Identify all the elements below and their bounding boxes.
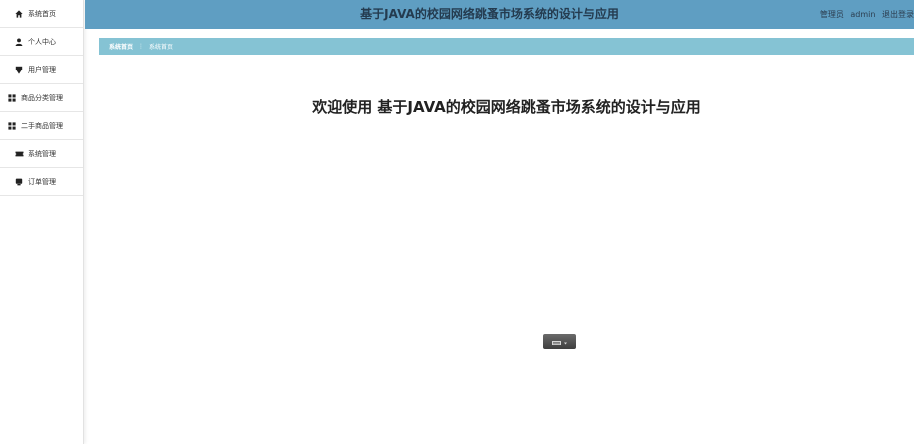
top-header: 基于JAVA的校园网络跳蚤市场系统的设计与应用 管理员 admin 退出登录 <box>85 0 914 29</box>
sidebar-item-label: 个人中心 <box>28 37 56 46</box>
app-title: 基于JAVA的校园网络跳蚤市场系统的设计与应用 <box>360 7 619 21</box>
user-role: 管理员 <box>819 10 844 19</box>
sidebar-item-users[interactable]: 用户管理 <box>0 56 83 84</box>
sidebar-item-category[interactable]: 商品分类管理 <box>0 84 83 112</box>
sidebar-item-profile[interactable]: 个人中心 <box>0 28 83 56</box>
home-icon <box>13 9 25 19</box>
sidebar: 系统首页 个人中心 用户管理 商品分类管理 二手商品管理 系统管理 订单管理 <box>0 0 84 444</box>
welcome-heading: 欢迎使用 基于JAVA的校园网络跳蚤市场系统的设计与应用 <box>312 98 701 116</box>
breadcrumb: 系统首页 ⋮ 系统首页 <box>99 38 914 55</box>
sidebar-item-orders[interactable]: 订单管理 <box>0 168 83 196</box>
sidebar-item-label: 系统管理 <box>28 149 56 158</box>
sidebar-item-label: 系统首页 <box>28 9 56 18</box>
grid-icon <box>6 93 18 103</box>
user-icon <box>13 37 25 47</box>
order-icon <box>13 177 25 187</box>
breadcrumb-separator-icon: ⋮ <box>138 43 145 50</box>
sidebar-item-goods[interactable]: 二手商品管理 <box>0 112 83 140</box>
user-name: admin <box>850 10 876 19</box>
sidebar-item-label: 商品分类管理 <box>21 93 63 102</box>
sidebar-item-label: 二手商品管理 <box>21 121 63 130</box>
grid-icon <box>6 121 18 131</box>
sidebar-item-label: 用户管理 <box>28 65 56 74</box>
logout-link[interactable]: 退出登录 <box>882 10 914 19</box>
keyboard-toggle-button[interactable] <box>543 334 576 349</box>
sidebar-item-home[interactable]: 系统首页 <box>0 0 83 28</box>
sidebar-item-system[interactable]: 系统管理 <box>0 140 83 168</box>
keyboard-icon <box>550 332 570 351</box>
shield-icon <box>13 65 25 75</box>
app-root: 系统首页 个人中心 用户管理 商品分类管理 二手商品管理 系统管理 订单管理 基… <box>0 0 914 444</box>
sidebar-item-label: 订单管理 <box>28 177 56 186</box>
ticket-icon <box>13 149 25 159</box>
user-area: 管理员 admin 退出登录 <box>816 0 914 29</box>
breadcrumb-root[interactable]: 系统首页 <box>109 42 133 51</box>
breadcrumb-current: 系统首页 <box>149 44 174 51</box>
